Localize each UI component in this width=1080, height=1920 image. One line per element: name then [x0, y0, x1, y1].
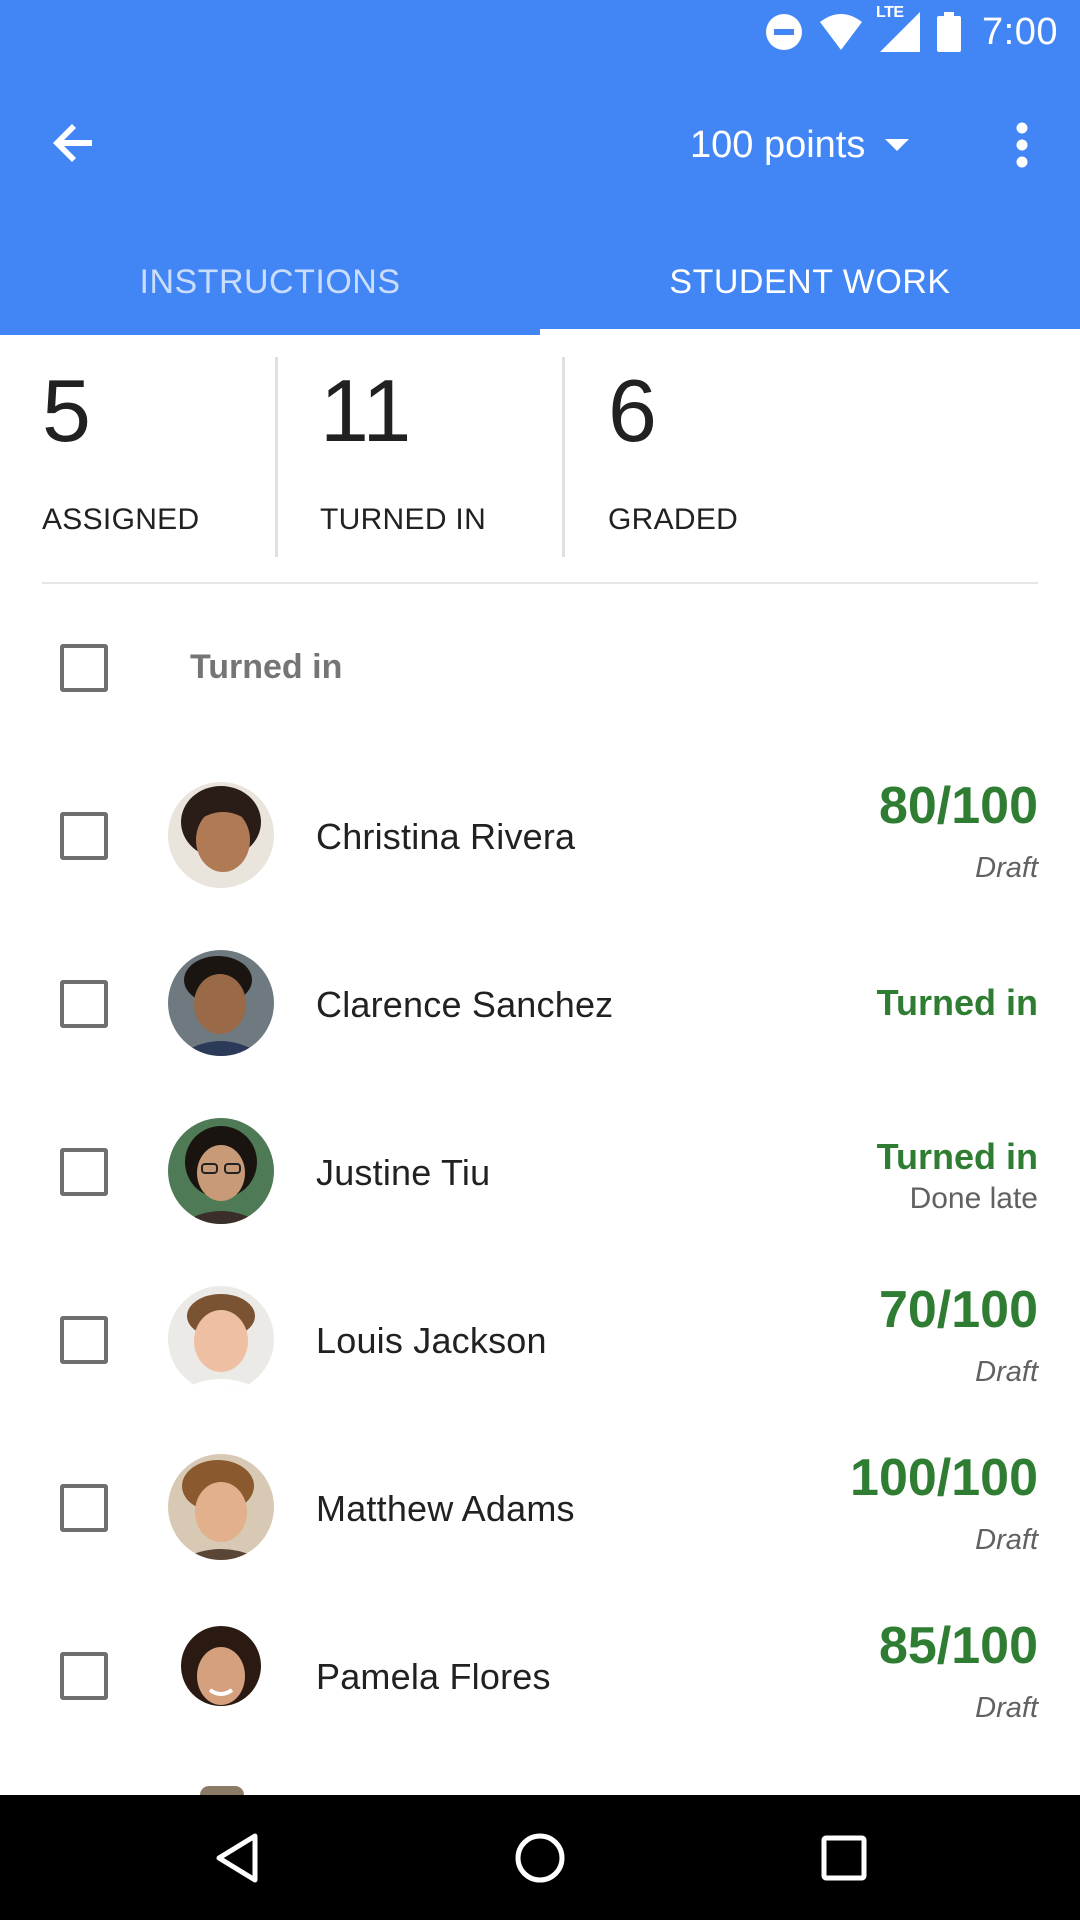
toolbar: 100 points — [0, 63, 1080, 210]
status-time: 7:00 — [982, 10, 1058, 53]
grade-substatus: Draft — [975, 852, 1038, 884]
dropdown-arrow-icon — [885, 139, 910, 151]
grade-status: 85/100 Draft — [678, 1592, 1038, 1760]
avatar — [168, 950, 274, 1056]
grade-substatus: Draft — [975, 1524, 1038, 1556]
grade-substatus: Draft — [975, 1356, 1038, 1388]
recents-square-icon — [821, 1835, 867, 1881]
avatar — [168, 1454, 274, 1560]
tab-bar: INSTRUCTIONS STUDENT WORK — [0, 230, 1080, 335]
student-row[interactable]: Clarence Sanchez Turned in — [0, 920, 1080, 1088]
more-options-button[interactable] — [992, 105, 1052, 185]
stat-divider — [562, 357, 565, 557]
student-name: Pamela Flores — [316, 1656, 551, 1697]
wifi-icon — [820, 14, 863, 50]
network-label: LTE — [876, 4, 904, 21]
avatar — [168, 782, 274, 888]
avatar — [168, 1286, 274, 1392]
avatar-image — [168, 1622, 274, 1728]
home-circle-icon — [515, 1833, 565, 1883]
tab-student-work[interactable]: STUDENT WORK — [540, 230, 1080, 335]
stat-number: 5 — [42, 361, 91, 460]
app-bar: LTE 7:00 100 points INSTRUCTIONS STUDENT… — [0, 0, 1080, 335]
stat-label: TURNED IN — [320, 503, 487, 536]
grade-value: 70/100 — [878, 1281, 1038, 1339]
grade-value: 80/100 — [878, 777, 1038, 835]
student-name: Matthew Adams — [316, 1488, 575, 1529]
more-vert-icon — [1016, 122, 1028, 168]
grade-status: 70/100 Draft — [678, 1256, 1038, 1424]
stat-label: ASSIGNED — [42, 503, 200, 536]
grade-value: 85/100 — [878, 1617, 1038, 1675]
grade-status: 100/100 Draft — [678, 1424, 1038, 1592]
points-label: 100 points — [690, 123, 866, 166]
group-header-turned-in: Turned in — [0, 620, 1080, 716]
student-checkbox[interactable] — [60, 1148, 108, 1196]
avatar — [168, 1118, 274, 1224]
student-name: Louis Jackson — [316, 1320, 547, 1361]
student-row[interactable]: Pamela Flores 85/100 Draft — [0, 1592, 1080, 1760]
stat-number: 6 — [608, 361, 657, 460]
student-name: Justine Tiu — [316, 1152, 491, 1193]
points-dropdown[interactable]: 100 points — [690, 109, 911, 181]
student-row[interactable]: Christina Rivera 80/100 Draft — [0, 752, 1080, 920]
avatar-image — [168, 782, 274, 888]
student-row[interactable]: Matthew Adams 100/100 Draft — [0, 1424, 1080, 1592]
student-row[interactable]: Justine Tiu Turned in Done late — [0, 1088, 1080, 1256]
arrow-back-icon — [53, 124, 92, 162]
grade-substatus: Draft — [975, 1692, 1038, 1724]
stat-divider — [275, 357, 278, 557]
student-name: Clarence Sanchez — [316, 984, 614, 1025]
student-checkbox[interactable] — [60, 980, 108, 1028]
divider — [42, 582, 1038, 584]
select-all-checkbox[interactable] — [60, 644, 108, 692]
battery-icon — [937, 12, 962, 52]
grade-value: 100/100 — [850, 1449, 1038, 1507]
stat-turned-in[interactable]: 11 TURNED IN — [320, 335, 550, 560]
back-triangle-icon — [216, 1833, 258, 1883]
student-checkbox[interactable] — [60, 1316, 108, 1364]
grade-status: Turned in Done late — [678, 1088, 1038, 1256]
stat-label: GRADED — [608, 503, 739, 536]
nav-home-button[interactable] — [500, 1823, 580, 1893]
nav-back-button[interactable] — [197, 1823, 277, 1893]
stats-summary: 5 ASSIGNED 11 TURNED IN 6 GRADED — [0, 335, 1080, 585]
stat-number: 11 — [320, 361, 412, 460]
tab-instructions[interactable]: INSTRUCTIONS — [0, 230, 540, 335]
stat-graded[interactable]: 6 GRADED — [608, 335, 838, 560]
avatar — [168, 1622, 274, 1728]
turned-in-status: Turned in — [876, 1136, 1038, 1177]
do-not-disturb-icon — [766, 14, 803, 50]
stat-assigned[interactable]: 5 ASSIGNED — [42, 335, 272, 560]
partial-avatar — [200, 1786, 244, 1795]
avatar-image — [168, 950, 274, 1056]
back-button[interactable] — [36, 105, 112, 181]
status-icons: LTE 7:00 — [764, 4, 1058, 56]
student-checkbox[interactable] — [60, 1652, 108, 1700]
late-status: Done late — [909, 1182, 1038, 1215]
signal-icon: LTE — [876, 4, 922, 54]
grade-status: Turned in — [678, 920, 1038, 1088]
avatar-image — [168, 1286, 274, 1392]
student-checkbox[interactable] — [60, 1484, 108, 1532]
status-bar: LTE 7:00 — [0, 0, 1080, 63]
turned-in-status: Turned in — [876, 982, 1038, 1023]
avatar-image — [168, 1118, 274, 1224]
student-checkbox[interactable] — [60, 812, 108, 860]
nav-recents-button[interactable] — [804, 1823, 884, 1893]
group-title: Turned in — [190, 648, 343, 686]
avatar-image — [168, 1454, 274, 1560]
system-nav-bar — [0, 1795, 1080, 1920]
student-name: Christina Rivera — [316, 816, 576, 857]
student-row[interactable]: Louis Jackson 70/100 Draft — [0, 1256, 1080, 1424]
grade-status: 80/100 Draft — [678, 752, 1038, 920]
